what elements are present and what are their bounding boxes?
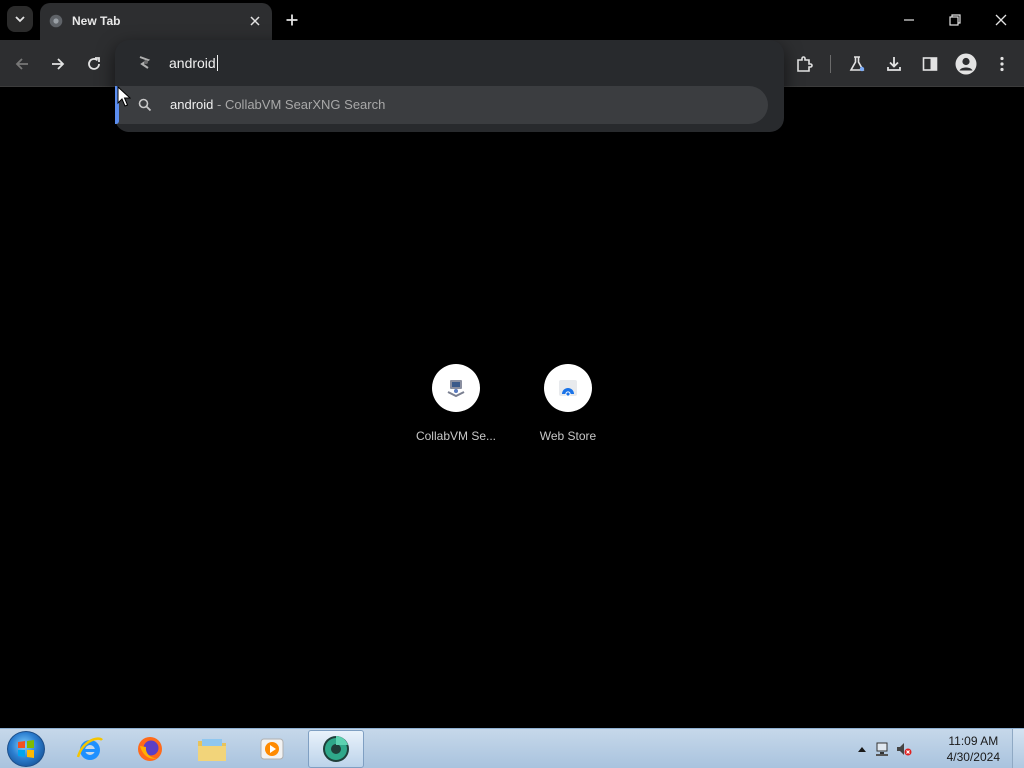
- network-icon: [876, 742, 888, 756]
- system-clock[interactable]: 11:09 AM 4/30/2024: [947, 733, 1000, 765]
- search-icon: [138, 98, 152, 112]
- web-store-icon: [559, 380, 577, 397]
- arrow-left-icon: [15, 58, 28, 70]
- text-caret: [216, 55, 218, 71]
- close-icon: [995, 14, 1007, 26]
- chevron-up-icon: [858, 747, 866, 752]
- taskbar-chrome-canary[interactable]: [308, 730, 364, 768]
- reload-icon: [88, 57, 100, 70]
- chrome-canary-icon: [323, 736, 349, 762]
- minimize-button[interactable]: [886, 0, 932, 40]
- system-tray: 11:09 AM 4/30/2024: [854, 729, 1024, 768]
- tab-new-tab[interactable]: New Tab: [40, 3, 272, 40]
- side-panel-icon: [922, 57, 938, 71]
- firefox-icon: [138, 737, 162, 761]
- taskbar-media-player[interactable]: [244, 730, 300, 768]
- taskbar-file-explorer[interactable]: [184, 730, 240, 768]
- shortcut-label: Web Store: [539, 429, 597, 443]
- minimize-icon: [904, 19, 914, 21]
- show-desktop-button[interactable]: [1012, 729, 1024, 768]
- media-player-icon: [260, 738, 284, 760]
- suggestion-separator: -: [213, 97, 225, 112]
- plus-icon: [286, 14, 298, 26]
- suggestion-text: android - CollabVM SearXNG Search: [170, 97, 385, 112]
- windows-logo-icon: [18, 740, 34, 758]
- restore-button[interactable]: [932, 0, 978, 40]
- tab-search-button[interactable]: [7, 6, 33, 32]
- avatar-icon: [955, 53, 977, 75]
- side-panel-button[interactable]: [916, 50, 944, 78]
- chevron-down-icon: [15, 16, 25, 23]
- reload-button[interactable]: [80, 50, 108, 78]
- site-info-icon: [139, 56, 151, 69]
- omnibox-popup: android android - CollabVM SearXNG Searc…: [115, 40, 784, 132]
- restore-icon: [949, 14, 961, 26]
- kebab-menu-icon: [1000, 56, 1004, 72]
- tab-title: New Tab: [72, 14, 121, 28]
- shortcut-icon-circle: [544, 364, 592, 412]
- internet-explorer-icon: [76, 737, 103, 760]
- puzzle-icon: [797, 56, 813, 72]
- taskbar-internet-explorer[interactable]: [62, 730, 118, 768]
- new-tab-button[interactable]: [281, 9, 303, 31]
- close-icon: [250, 16, 260, 26]
- back-button[interactable]: [8, 50, 36, 78]
- volume-muted-icon: [897, 743, 912, 756]
- address-bar-text: android: [169, 55, 216, 71]
- clock-date: 4/30/2024: [946, 750, 1000, 764]
- labs-button[interactable]: [843, 50, 871, 78]
- volume-tray-icon-button[interactable]: [896, 741, 912, 757]
- suggestion-engine: CollabVM SearXNG Search: [224, 97, 386, 112]
- collabvm-icon: [447, 380, 465, 398]
- close-tab-button[interactable]: [247, 13, 263, 29]
- file-explorer-icon: [198, 739, 226, 761]
- start-button[interactable]: [7, 731, 45, 767]
- profile-button[interactable]: [952, 50, 980, 78]
- address-bar-input[interactable]: android: [169, 53, 218, 73]
- network-tray-icon-button[interactable]: [874, 741, 890, 757]
- show-hidden-icons-button[interactable]: [854, 741, 870, 757]
- clock-time: 11:09 AM: [948, 734, 999, 748]
- menu-button[interactable]: [988, 50, 1016, 78]
- extensions-button[interactable]: [790, 50, 818, 78]
- chrome-favicon-icon: [49, 14, 63, 28]
- mouse-cursor-icon: [117, 86, 131, 107]
- download-icon: [887, 57, 901, 71]
- shortcut-icon-circle: [432, 364, 480, 412]
- tab-strip: New Tab: [0, 0, 1024, 40]
- shortcut-web-store[interactable]: Web Store: [512, 364, 624, 454]
- close-window-button[interactable]: [978, 0, 1024, 40]
- suggestion-query: android: [170, 97, 214, 112]
- arrow-right-icon: [52, 58, 65, 70]
- downloads-button[interactable]: [880, 50, 908, 78]
- shortcut-label: CollabVM Se...: [415, 429, 497, 443]
- forward-button[interactable]: [44, 50, 72, 78]
- shortcut-collabvm[interactable]: CollabVM Se...: [400, 364, 512, 454]
- omnibox-suggestion[interactable]: android - CollabVM SearXNG Search: [115, 86, 768, 124]
- windows-taskbar: 11:09 AM 4/30/2024: [0, 728, 1024, 768]
- toolbar-separator: [830, 55, 831, 73]
- flask-icon: [849, 56, 865, 72]
- taskbar-firefox[interactable]: [122, 730, 178, 768]
